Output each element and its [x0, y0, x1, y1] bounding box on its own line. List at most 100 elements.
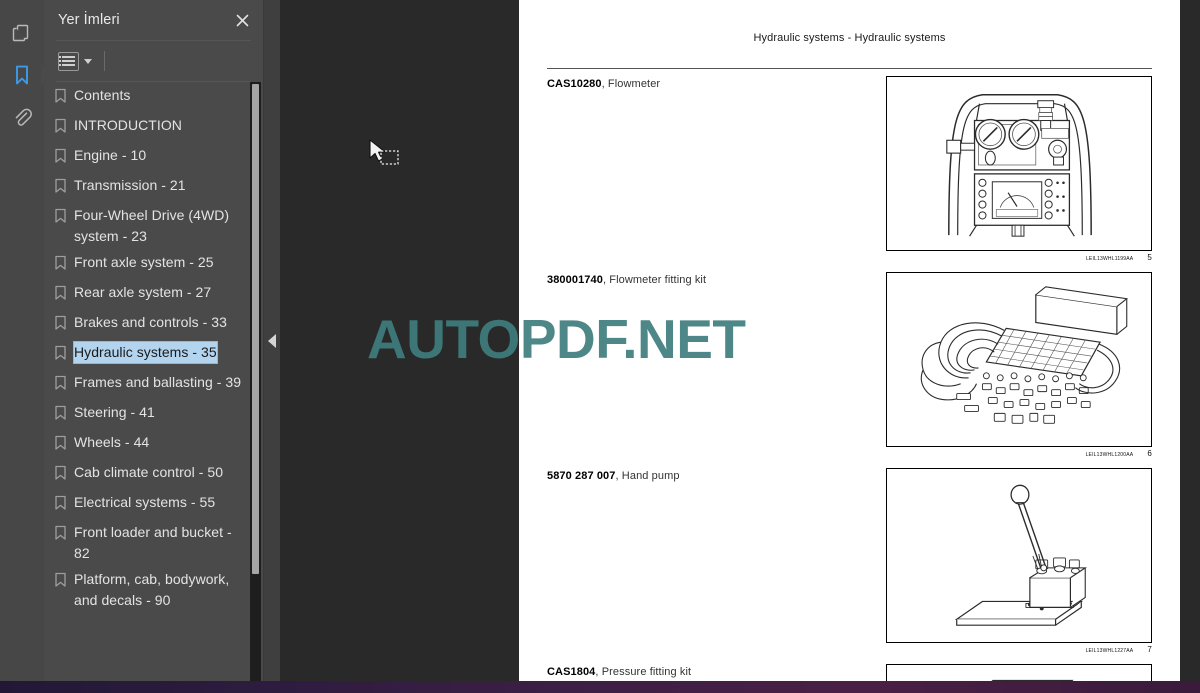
- bookmark-item[interactable]: Steering - 41: [54, 399, 249, 429]
- part-description: , Hand pump: [615, 470, 680, 482]
- bookmark-icon: [54, 315, 67, 336]
- part-entry: CAS10280, Flowmeter LEIL13WHL1199AA 5: [547, 76, 1152, 268]
- rail-button-bookmarks[interactable]: [2, 56, 42, 94]
- part-entry: 5870 287 007, Hand pump LEIL13WHL1227AA …: [547, 468, 1152, 660]
- bookmark-item[interactable]: Cab climate control - 50: [54, 459, 249, 489]
- list-options-icon: [58, 51, 79, 71]
- fitting-kit-illustration: [887, 273, 1151, 446]
- bookmark-item-label: INTRODUCTION: [74, 117, 182, 133]
- toolbar-divider: [104, 51, 105, 71]
- figure-id: LEIL13WHL1227AA: [1085, 648, 1134, 654]
- bookmarks-panel-title: Yer İmleri: [58, 12, 120, 28]
- bookmark-item-label: Wheels - 44: [74, 434, 150, 450]
- bookmark-icon: [54, 495, 67, 516]
- bookmark-item[interactable]: Rear axle system - 27: [54, 279, 249, 309]
- bookmark-item-label: Rear axle system - 27: [74, 284, 212, 300]
- bookmark-icon: [54, 88, 67, 109]
- bookmark-item-label: Front loader and bucket - 82: [74, 524, 232, 561]
- figure-id: LEIL13WHL1199AA: [1085, 256, 1134, 262]
- bookmark-icon: [54, 118, 67, 139]
- figure-pressure-fitting-kit: [886, 664, 1152, 681]
- close-panel-button[interactable]: [231, 9, 253, 31]
- figure-flowmeter: [886, 76, 1152, 251]
- bookmark-item[interactable]: Transmission - 21: [54, 172, 249, 202]
- bookmark-item[interactable]: Contents: [54, 82, 249, 112]
- bookmark-item-label: Brakes and controls - 33: [74, 314, 227, 330]
- close-icon: [236, 14, 248, 26]
- bookmark-item-label: Electrical systems - 55: [74, 494, 216, 510]
- bookmark-icon: [54, 178, 67, 199]
- bookmark-icon: [54, 435, 67, 456]
- flowmeter-illustration: [887, 77, 1151, 250]
- snapshot-tool-cursor: [368, 138, 399, 166]
- figure-hand-pump: [886, 468, 1152, 643]
- bookmark-icon: [54, 285, 67, 306]
- bookmark-icon: [54, 208, 67, 229]
- pages-icon: [11, 22, 33, 44]
- part-entry: 380001740, Flowmeter fitting kit LEIL13W…: [547, 272, 1152, 464]
- bookmark-item[interactable]: Engine - 10: [54, 142, 249, 172]
- bookmarks-list[interactable]: Contents INTRODUCTION Engine - 10 Transmiss…: [44, 82, 263, 681]
- part-number: 5870 287 007: [547, 470, 616, 482]
- figure-caption: LEIL13WHL1200AA 6: [1086, 449, 1152, 458]
- bookmarks-toolbar: [44, 41, 263, 81]
- bookmark-item-label: Frames and ballasting - 39: [74, 374, 242, 390]
- part-number: CAS1804: [547, 666, 596, 678]
- bookmark-item[interactable]: Frames and ballasting - 39: [54, 369, 249, 399]
- header-rule: [547, 68, 1152, 69]
- bookmark-item-label: Cab climate control - 50: [74, 464, 224, 480]
- bookmark-item[interactable]: Four-Wheel Drive (4WD) system - 23: [54, 202, 249, 249]
- hand-pump-illustration: [887, 469, 1151, 642]
- bookmark-icon: [54, 465, 67, 486]
- bookmark-item-label: Front axle system - 25: [74, 254, 214, 270]
- bookmarks-list-container: Contents INTRODUCTION Engine - 10 Transmiss…: [44, 82, 263, 681]
- bookmark-icon: [54, 255, 67, 276]
- bookmark-item-label: Contents: [74, 87, 131, 103]
- bookmark-icon: [11, 63, 33, 87]
- figure-number: 5: [1147, 253, 1152, 262]
- figure-caption: LEIL13WHL1227AA 7: [1086, 645, 1152, 654]
- bookmarks-scrollbar[interactable]: [250, 82, 261, 681]
- part-description: , Flowmeter fitting kit: [602, 274, 707, 286]
- bookmark-icon: [54, 572, 67, 593]
- workspace: Yer İmleri Contents INTRODUCTION Engine …: [0, 0, 1200, 681]
- bookmark-icon: [54, 525, 67, 546]
- running-header: Hydraulic systems - Hydraulic systems: [753, 32, 946, 44]
- bookmark-item[interactable]: Brakes and controls - 33: [54, 309, 249, 339]
- bookmark-item[interactable]: Electrical systems - 55: [54, 489, 249, 519]
- bookmark-icon: [54, 148, 67, 169]
- paperclip-icon: [11, 106, 33, 128]
- sidebar-icon-rail: [0, 0, 44, 681]
- part-entry: CAS1804, Pressure fitting kit: [547, 664, 1152, 681]
- bookmark-item[interactable]: Front loader and bucket - 82: [54, 519, 249, 566]
- bookmarks-panel: Yer İmleri Contents INTRODUCTION Engine …: [44, 0, 264, 681]
- figure-number: 6: [1147, 449, 1152, 458]
- bookmark-item[interactable]: Wheels - 44: [54, 429, 249, 459]
- bookmark-item-label: Transmission - 21: [74, 177, 186, 193]
- bookmark-item-label: Engine - 10: [74, 147, 147, 163]
- pdf-viewer-window: Yer İmleri Contents INTRODUCTION Engine …: [0, 0, 1200, 693]
- bookmark-item-label: Four-Wheel Drive (4WD) system - 23: [74, 207, 230, 244]
- pressure-kit-illustration: [890, 665, 1148, 681]
- chevron-down-icon: [84, 58, 92, 64]
- bookmarks-panel-header: Yer İmleri: [44, 0, 263, 40]
- bookmark-item[interactable]: Platform, cab, bodywork, and decals - 90: [54, 566, 249, 613]
- panel-collapse-handle[interactable]: [264, 0, 280, 681]
- bookmark-icon: [54, 375, 67, 396]
- bookmark-options-button[interactable]: [56, 49, 94, 73]
- bookmark-item-label: Platform, cab, bodywork, and decals - 90: [74, 571, 230, 608]
- bookmark-item[interactable]: Front axle system - 25: [54, 249, 249, 279]
- document-viewer[interactable]: Hydraulic systems - Hydraulic systems CA…: [280, 0, 1200, 681]
- figure-number: 7: [1147, 645, 1152, 654]
- bookmark-item[interactable]: Hydraulic systems - 35: [54, 339, 249, 369]
- bookmarks-scrollbar-thumb[interactable]: [252, 84, 259, 574]
- part-description: , Pressure fitting kit: [595, 666, 692, 678]
- rail-button-attachments[interactable]: [2, 98, 42, 136]
- part-number: CAS10280: [547, 78, 602, 90]
- bookmark-item[interactable]: INTRODUCTION: [54, 112, 249, 142]
- figure-flowmeter-fitting-kit: [886, 272, 1152, 447]
- bookmark-item-label: Hydraulic systems - 35: [74, 342, 217, 363]
- desktop-taskbar[interactable]: [0, 681, 1200, 693]
- bookmark-icon: [54, 345, 67, 366]
- rail-button-pages[interactable]: [2, 14, 42, 52]
